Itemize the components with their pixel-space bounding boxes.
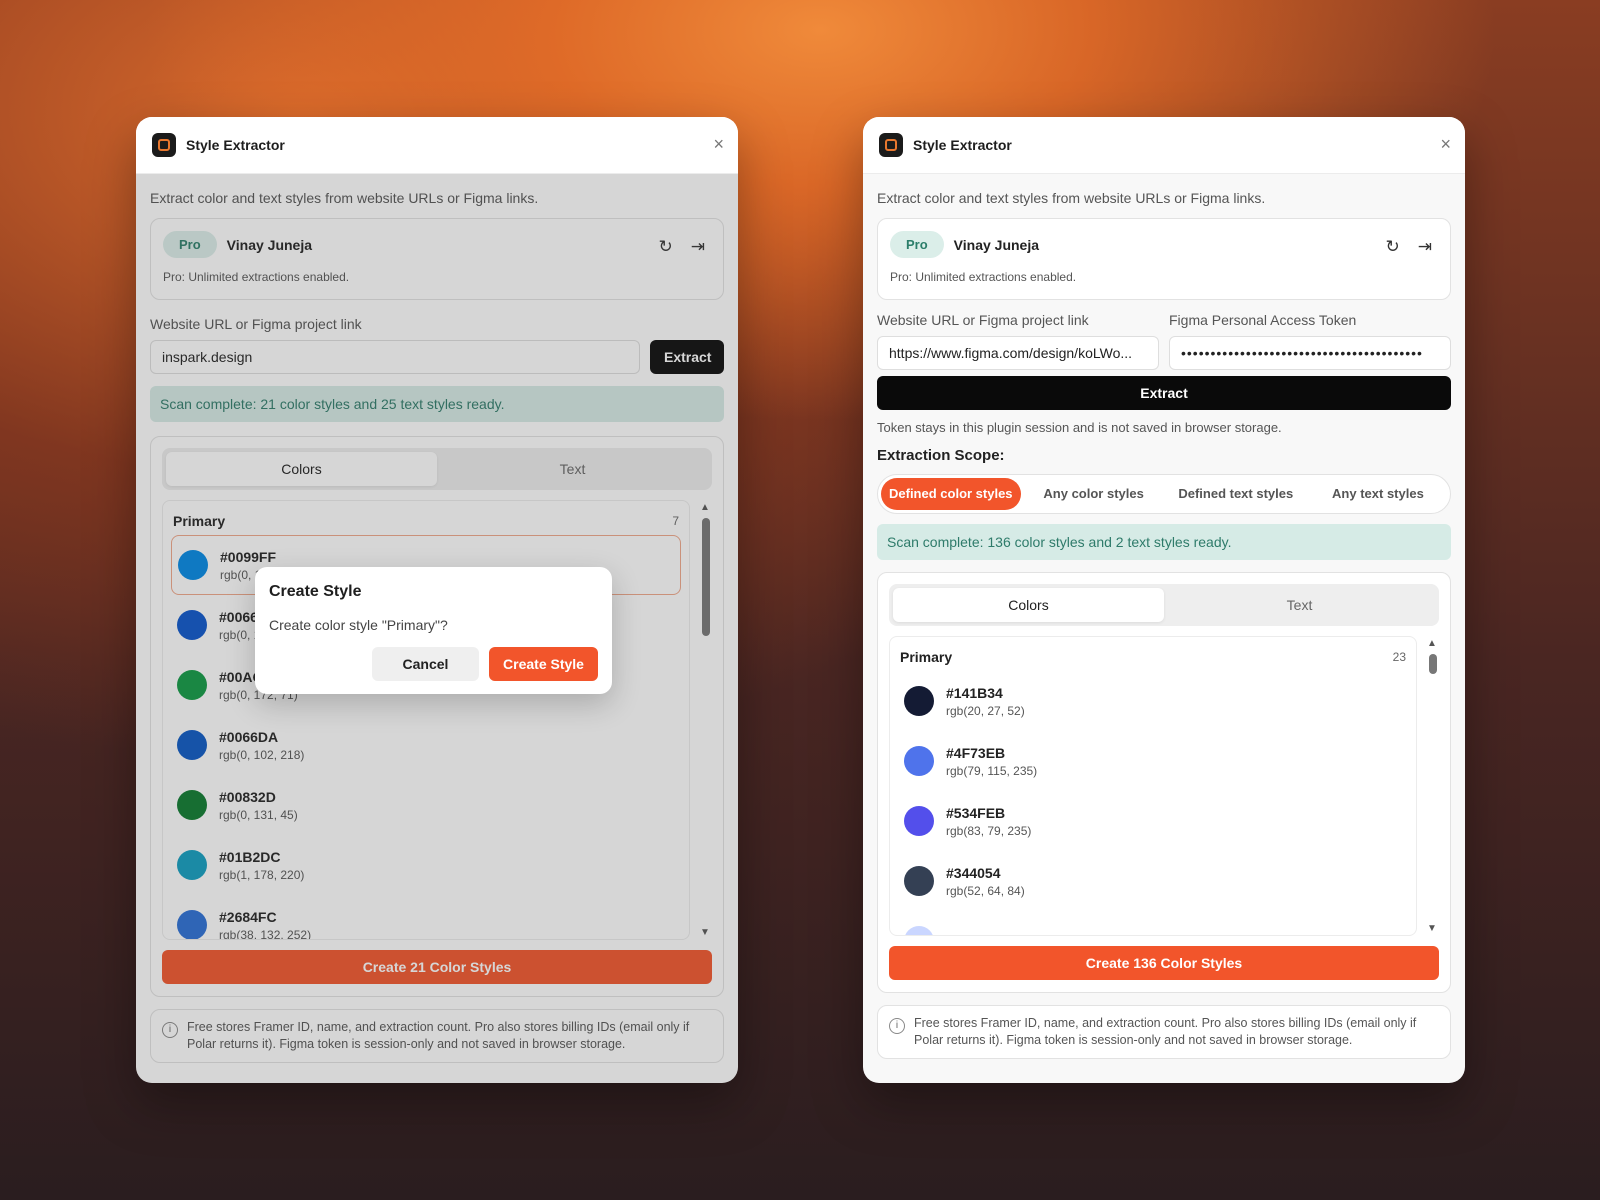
dialog-title: Create Style	[269, 583, 362, 600]
scope-any-text[interactable]: Any text styles	[1309, 478, 1447, 510]
scope-defined-text[interactable]: Defined text styles	[1167, 478, 1305, 510]
color-rgb: rgb(79, 115, 235)	[946, 763, 1038, 778]
scope-any-color[interactable]: Any color styles	[1025, 478, 1163, 510]
pro-badge: Pro	[890, 231, 944, 258]
url-input[interactable]: https://www.figma.com/design/koLWo...	[877, 336, 1159, 370]
scope-defined-color[interactable]: Defined color styles	[881, 478, 1021, 510]
panel-title: Style Extractor	[186, 137, 285, 153]
panel-title: Style Extractor	[913, 137, 1012, 153]
scrollbar[interactable]: ▲ ▼	[1427, 636, 1439, 936]
app-logo-icon	[879, 133, 903, 157]
create-all-button[interactable]: Create 136 Color Styles	[889, 946, 1439, 980]
panel-header: Style Extractor ×	[863, 117, 1465, 174]
token-input[interactable]: ••••••••••••••••••••••••••••••••••••••••…	[1169, 336, 1451, 370]
color-style-row[interactable]: #CAD6FF	[890, 911, 1416, 936]
color-hex: #141B34	[946, 684, 1003, 701]
privacy-note: i Free stores Framer ID, name, and extra…	[877, 1005, 1451, 1059]
scan-status: Scan complete: 136 color styles and 2 te…	[877, 524, 1451, 560]
scroll-down-icon[interactable]: ▼	[1427, 923, 1437, 934]
color-swatch	[904, 686, 934, 716]
color-hex: #CAD6FF	[946, 932, 1009, 936]
scroll-up-icon[interactable]: ▲	[1427, 638, 1437, 649]
color-swatch	[904, 746, 934, 776]
color-rgb: rgb(52, 64, 84)	[946, 883, 1025, 898]
tab-switcher: Colors Text	[889, 584, 1439, 626]
account-note: Pro: Unlimited extractions enabled.	[890, 270, 1077, 284]
logout-icon[interactable]: ⇥	[1418, 237, 1432, 257]
refresh-icon[interactable]: ↻	[1386, 237, 1400, 257]
account-card: Pro Vinay Juneja ↻ ⇥ Pro: Unlimited extr…	[877, 218, 1451, 300]
color-style-row[interactable]: #141B34 rgb(20, 27, 52)	[890, 671, 1416, 731]
scope-selector: Defined color styles Any color styles De…	[877, 474, 1451, 514]
color-swatch	[904, 806, 934, 836]
scroll-thumb[interactable]	[1429, 654, 1437, 674]
color-swatch	[904, 866, 934, 896]
group-count: 23	[1392, 650, 1406, 664]
scope-label: Extraction Scope:	[877, 447, 1005, 464]
intro-text: Extract color and text styles from websi…	[877, 190, 1266, 206]
color-hex: #4F73EB	[946, 744, 1006, 761]
panel-body: Extract color and text styles from websi…	[863, 174, 1465, 1059]
plugin-panel-left: Style Extractor × Extract color and text…	[136, 117, 738, 1083]
dialog-message: Create color style "Primary"?	[269, 617, 448, 633]
color-style-row[interactable]: #344054 rgb(52, 64, 84)	[890, 851, 1416, 911]
create-style-dialog: Create Style Create color style "Primary…	[255, 567, 612, 694]
color-list: Primary 23 #141B34 rgb(20, 27, 52) #4F73EB…	[889, 636, 1417, 936]
color-style-row[interactable]: #4F73EB rgb(79, 115, 235)	[890, 731, 1416, 791]
token-label: Figma Personal Access Token	[1169, 312, 1357, 328]
app-logo-icon	[152, 133, 176, 157]
panel-header: Style Extractor ×	[136, 117, 738, 174]
styles-list-box: Colors Text Primary 23 #141B34 rgb(20, 27…	[877, 572, 1451, 993]
tab-text[interactable]: Text	[1164, 588, 1435, 622]
color-rgb: rgb(20, 27, 52)	[946, 703, 1025, 718]
extract-button[interactable]: Extract	[877, 376, 1451, 410]
color-swatch	[904, 926, 934, 935]
close-icon[interactable]: ×	[1440, 135, 1451, 153]
tab-colors[interactable]: Colors	[893, 588, 1164, 622]
plugin-panel-right: Style Extractor × Extract color and text…	[863, 117, 1465, 1083]
color-rgb: rgb(83, 79, 235)	[946, 823, 1032, 838]
privacy-text: Free stores Framer ID, name, and extract…	[914, 1016, 1417, 1047]
color-hex: #534FEB	[946, 804, 1006, 821]
group-name: Primary	[900, 649, 953, 665]
color-hex: #344054	[946, 864, 1001, 881]
url-label: Website URL or Figma project link	[877, 312, 1089, 328]
close-icon[interactable]: ×	[713, 135, 724, 153]
account-name: Vinay Juneja	[953, 236, 1040, 253]
create-style-button[interactable]: Create Style	[489, 647, 598, 681]
cancel-button[interactable]: Cancel	[372, 647, 479, 681]
info-icon: i	[889, 1018, 905, 1034]
token-note: Token stays in this plugin session and i…	[877, 420, 1282, 435]
color-style-row[interactable]: #534FEB rgb(83, 79, 235)	[890, 791, 1416, 851]
